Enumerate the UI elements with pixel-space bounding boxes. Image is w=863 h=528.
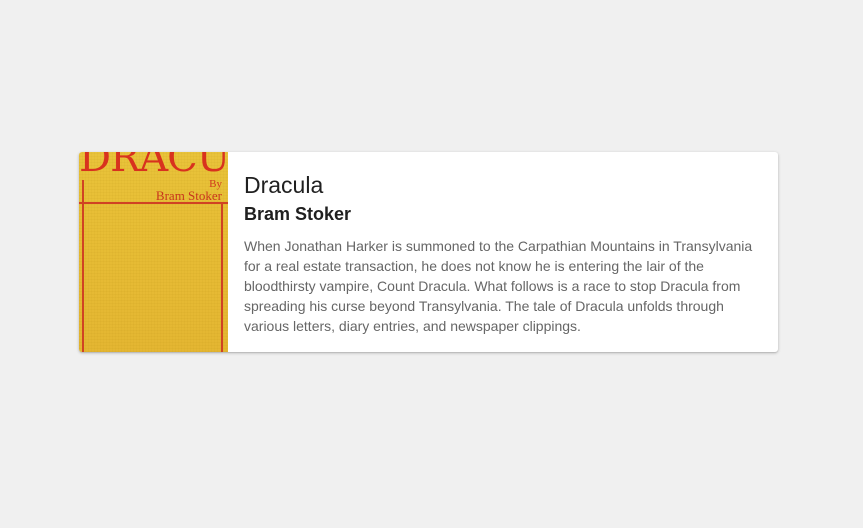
book-author: Bram Stoker	[244, 204, 352, 224]
book-cover-image: DRACULA By Bram Stoker	[79, 152, 228, 352]
cover-border-right	[221, 202, 223, 352]
cover-border-top	[79, 202, 228, 204]
cover-title: DRACULA	[79, 152, 228, 181]
cover-border-left	[82, 180, 84, 352]
book-card[interactable]: DRACULA By Bram Stoker Dracula Bram Stok…	[79, 152, 778, 352]
book-details: Dracula Bram Stoker When Jonathan Harker…	[228, 152, 778, 352]
book-description: When Jonathan Harker is summoned to the …	[244, 238, 753, 334]
book-title: Dracula	[244, 172, 324, 198]
